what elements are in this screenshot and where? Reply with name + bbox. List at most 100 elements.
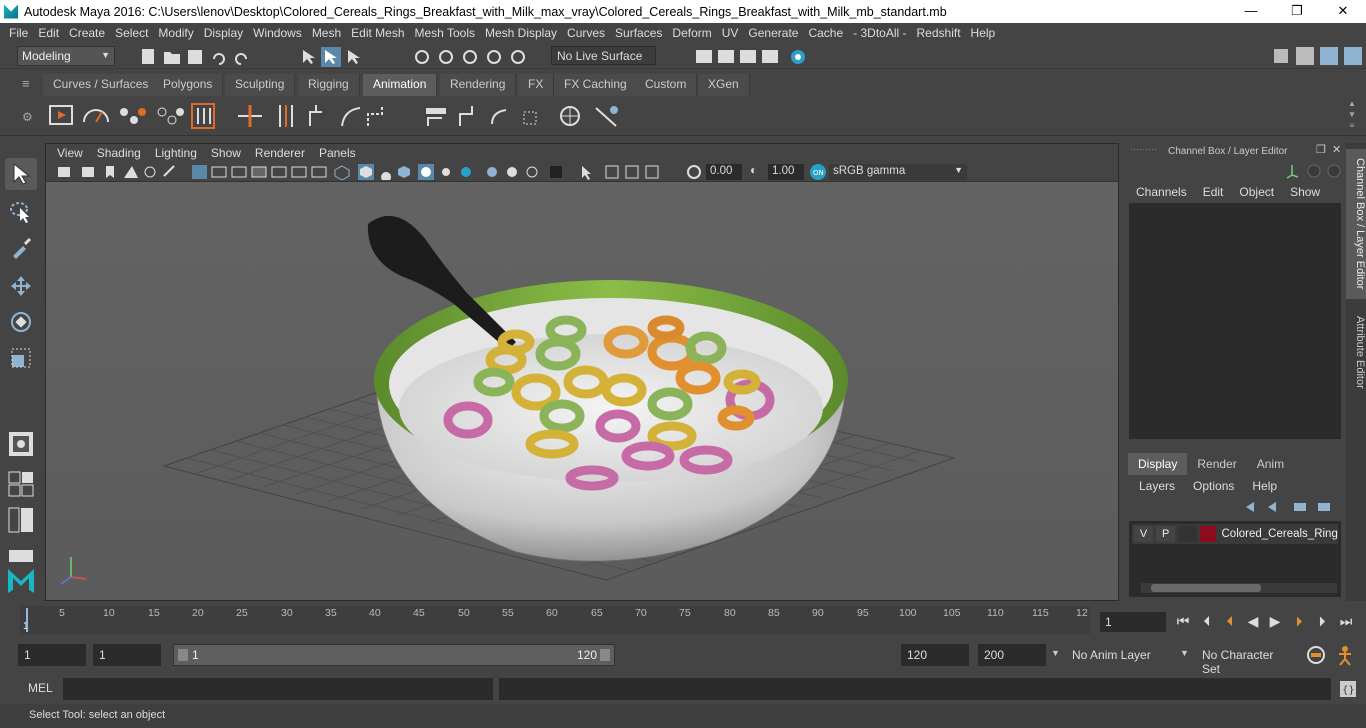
step-forward-key-button[interactable]: ⏵ (1290, 612, 1308, 630)
shelf-scroll-arrows[interactable]: ▲ ▼ ≡ (1346, 98, 1358, 132)
play-forwards-button[interactable]: ▶ (1266, 612, 1284, 630)
gamma-field[interactable]: 1.00 (768, 164, 804, 180)
layer-display-type-toggle[interactable] (1178, 526, 1198, 542)
menu-uv[interactable]: UV (717, 26, 744, 40)
shelf-tab-sculpting[interactable]: Sculpting (225, 74, 296, 96)
menu-deform[interactable]: Deform (667, 26, 716, 40)
playback-start-field[interactable]: 1 (93, 644, 161, 666)
close-button[interactable]: ✕ (1320, 0, 1366, 23)
color-management-icon[interactable]: ON (809, 163, 827, 181)
viewport-menu-view[interactable]: View (50, 146, 90, 160)
menu-curves[interactable]: Curves (562, 26, 610, 40)
animation-start-field[interactable]: 1 (18, 644, 86, 666)
shelf-tab-rigging[interactable]: Rigging (298, 74, 360, 96)
move-tool-button[interactable] (5, 270, 37, 302)
options-menu[interactable]: Options (1184, 479, 1243, 493)
menu-select[interactable]: Select (110, 26, 153, 40)
channels-menu[interactable]: Channels (1128, 185, 1195, 199)
layer-color-swatch[interactable] (1200, 526, 1216, 542)
shelf-tab-animation[interactable]: Animation (363, 74, 438, 96)
tab-render[interactable]: Render (1187, 453, 1246, 475)
menu-cache[interactable]: Cache (803, 26, 848, 40)
auto-key-icon[interactable] (1305, 645, 1327, 665)
anim-layer-dropdown[interactable]: No Anim Layer (1068, 644, 1170, 666)
shelf-tab-curves-surfaces[interactable]: Curves / Surfaces (43, 74, 160, 96)
viewport-menu-panels[interactable]: Panels (312, 146, 363, 160)
menu-3dtoall[interactable]: - 3DtoAll - (848, 26, 911, 40)
four-view-layout-button[interactable] (5, 468, 37, 500)
tab-attribute-editor[interactable]: Attribute Editor (1346, 307, 1366, 397)
lasso-tool-button[interactable] (5, 196, 37, 228)
perspective-viewport[interactable]: View Shading Lighting Show Renderer Pane… (45, 143, 1119, 601)
go-to-end-button[interactable]: ⏭ (1337, 612, 1355, 630)
close-panel-icon[interactable]: ✕ (1332, 143, 1341, 156)
viewport-menu-shading[interactable]: Shading (90, 146, 148, 160)
float-panel-icon[interactable]: ❐ (1316, 143, 1326, 156)
view-transform-dropdown[interactable]: sRGB gamma ▼ (829, 164, 967, 180)
animation-preferences-icon[interactable] (1334, 644, 1356, 666)
help-menu[interactable]: Help (1243, 479, 1286, 493)
menu-generate[interactable]: Generate (743, 26, 803, 40)
layers-menu[interactable]: Layers (1130, 479, 1184, 493)
menu-modify[interactable]: Modify (153, 26, 198, 40)
menu-mesh-display[interactable]: Mesh Display (480, 26, 562, 40)
exposure-field[interactable]: 0.00 (706, 164, 742, 180)
menu-create[interactable]: Create (64, 26, 110, 40)
menu-windows[interactable]: Windows (248, 26, 307, 40)
script-language-label[interactable]: MEL (28, 681, 53, 695)
object-menu[interactable]: Object (1231, 185, 1282, 199)
show-menu[interactable]: Show (1282, 185, 1328, 199)
chevron-down-icon[interactable]: ▼ (1180, 648, 1189, 658)
timeline-track[interactable]: 5 10 15 20 25 30 35 40 45 50 55 60 65 70… (20, 606, 1090, 634)
script-editor-icon[interactable]: {} (1339, 680, 1357, 698)
viewport-scene[interactable]: persp (46, 182, 1118, 600)
layer-visibility-toggle[interactable]: V (1134, 526, 1154, 542)
menu-surfaces[interactable]: Surfaces (610, 26, 667, 40)
animation-end-field[interactable]: 200 (978, 644, 1046, 666)
select-tool-button[interactable] (5, 158, 37, 190)
shelf-tab-custom[interactable]: Custom (635, 74, 698, 96)
menu-redshift[interactable]: Redshift (912, 26, 966, 40)
menu-edit-mesh[interactable]: Edit Mesh (346, 26, 409, 40)
shelf-options-icon[interactable]: ⚙ (22, 110, 33, 124)
scale-tool-button[interactable] (5, 342, 37, 374)
current-frame-field[interactable]: 1 (1100, 612, 1166, 632)
scroll-thumb[interactable] (1151, 584, 1261, 592)
menu-set-dropdown[interactable]: Modeling (17, 46, 115, 66)
shelf-tab-fx-caching[interactable]: FX Caching (554, 74, 638, 96)
layer-row[interactable]: V P Colored_Cereals_Rings (1132, 524, 1338, 544)
range-end-handle[interactable] (600, 649, 610, 661)
menu-mesh-tools[interactable]: Mesh Tools (410, 26, 480, 40)
viewport-menu-show[interactable]: Show (204, 146, 248, 160)
range-start-handle[interactable] (178, 649, 188, 661)
menu-display[interactable]: Display (199, 26, 248, 40)
shelf-tab-xgen[interactable]: XGen (698, 74, 750, 96)
play-backwards-button[interactable]: ◀ (1244, 612, 1262, 630)
viewport-menu-lighting[interactable]: Lighting (148, 146, 204, 160)
menu-help[interactable]: Help (966, 26, 1001, 40)
persp-outliner-layout-button[interactable] (5, 504, 37, 536)
time-indicator[interactable] (26, 608, 28, 632)
live-surface-field[interactable]: No Live Surface (551, 46, 656, 65)
tab-display[interactable]: Display (1128, 453, 1188, 475)
command-input[interactable] (63, 678, 493, 700)
go-to-start-button[interactable]: ⏮ (1174, 612, 1192, 630)
minimize-button[interactable]: — (1228, 0, 1274, 23)
single-perspective-layout-button[interactable] (5, 428, 37, 460)
shelf-tab-polygons[interactable]: Polygons (153, 74, 224, 96)
chevron-down-icon[interactable]: ▼ (1051, 648, 1060, 658)
paint-select-tool-button[interactable] (5, 232, 37, 264)
shelf-tab-fx[interactable]: FX (518, 74, 555, 96)
range-slider[interactable]: 1 120 (173, 644, 615, 666)
rotate-tool-button[interactable] (5, 306, 37, 338)
edit-menu[interactable]: Edit (1195, 185, 1232, 199)
layer-name[interactable]: Colored_Cereals_Rings (1222, 528, 1338, 540)
step-back-key-button[interactable]: ⏴ (1221, 612, 1239, 630)
shelf-tab-rendering[interactable]: Rendering (440, 74, 517, 96)
shelf-menu-icon[interactable]: ≡ (22, 76, 30, 91)
tab-anim[interactable]: Anim (1247, 453, 1294, 475)
restore-button[interactable]: ❐ (1274, 0, 1320, 23)
playback-end-field[interactable]: 120 (901, 644, 969, 666)
channel-list[interactable] (1129, 203, 1341, 439)
menu-file[interactable]: File (4, 26, 33, 40)
